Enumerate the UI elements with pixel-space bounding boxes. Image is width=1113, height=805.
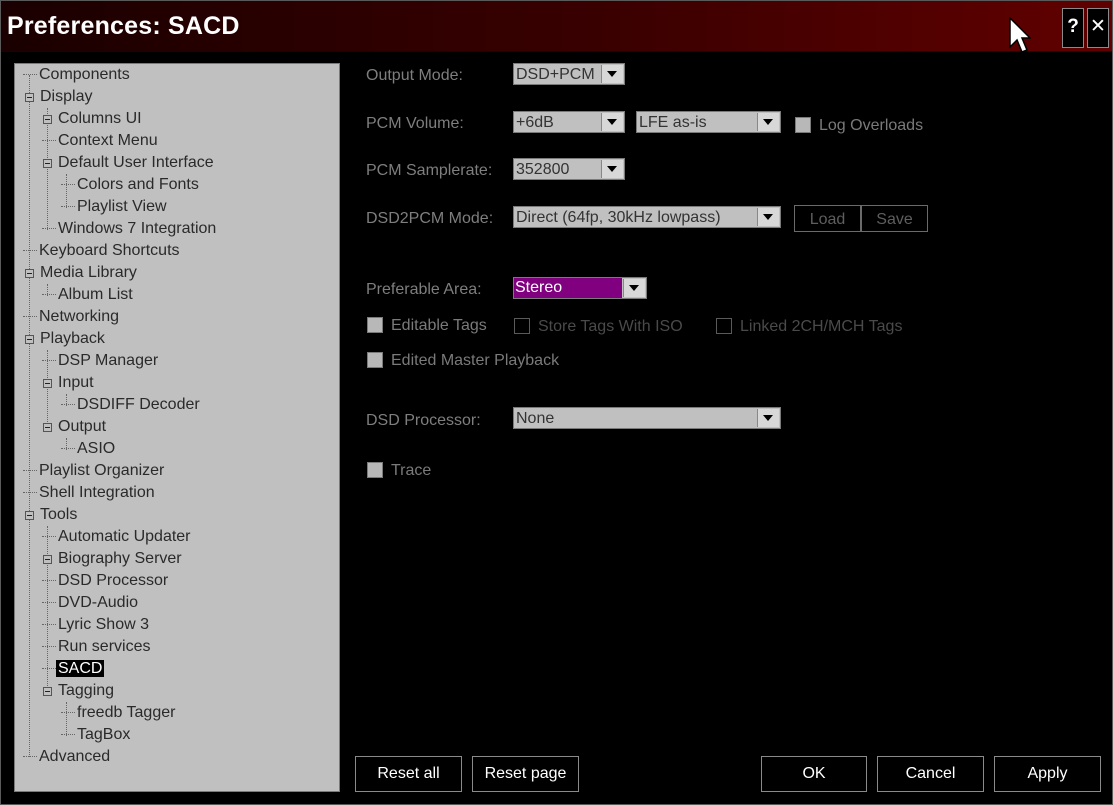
dsd-processor-dropdown[interactable]: None — [513, 407, 781, 429]
lfe-dropdown[interactable]: LFE as-is — [636, 111, 781, 133]
preferable-area-dropdown[interactable]: Stereo — [513, 277, 647, 299]
save-button[interactable]: Save — [861, 205, 928, 232]
tree-item-album-list[interactable]: Album List — [42, 284, 135, 306]
edited-master-checkbox[interactable] — [367, 352, 383, 368]
tree-item-automatic-updater[interactable]: Automatic Updater — [42, 526, 193, 548]
collapse-toggle-icon[interactable] — [25, 93, 34, 102]
tree-item-dsd-processor[interactable]: DSD Processor — [42, 570, 170, 592]
trace-label: Trace — [391, 462, 432, 479]
tree-item-dvd-audio[interactable]: DVD-Audio — [42, 592, 140, 614]
title-bar[interactable]: Preferences: SACD ? ✕ — [1, 1, 1112, 53]
dsd2pcm-mode-label: DSD2PCM Mode: — [366, 210, 494, 227]
output-mode-label: Output Mode: — [366, 67, 463, 84]
preferences-tree[interactable]: Components Display Columns UI Context Me… — [14, 63, 340, 792]
tree-item-output[interactable]: Output — [42, 416, 108, 438]
tree-item-freedb-tagger[interactable]: freedb Tagger — [61, 702, 177, 724]
tree-item-media-library[interactable]: Media Library — [23, 262, 139, 284]
close-button[interactable]: ✕ — [1087, 8, 1109, 48]
preferable-area-value: Stereo — [514, 278, 622, 298]
edited-master-label: Edited Master Playback — [391, 352, 560, 369]
tree-item-tagging[interactable]: Tagging — [42, 680, 116, 702]
dsd-processor-value: None — [516, 410, 555, 427]
tree-item-colors-and-fonts[interactable]: Colors and Fonts — [61, 174, 201, 196]
ok-button[interactable]: OK — [761, 756, 867, 792]
chevron-down-icon[interactable] — [757, 409, 779, 427]
chevron-down-icon[interactable] — [601, 65, 623, 83]
tree-item-context-menu[interactable]: Context Menu — [42, 130, 160, 152]
store-tags-checkbox[interactable] — [514, 318, 530, 334]
tree-item-tagbox[interactable]: TagBox — [61, 724, 132, 746]
tree-item-input[interactable]: Input — [42, 372, 96, 394]
chevron-down-icon[interactable] — [757, 208, 779, 226]
chevron-down-icon[interactable] — [601, 113, 623, 131]
lfe-value: LFE as-is — [639, 114, 707, 131]
reset-all-button[interactable]: Reset all — [355, 756, 462, 792]
tree-item-sacd[interactable]: SACD — [42, 658, 105, 680]
tree-item-tools[interactable]: Tools — [23, 504, 79, 526]
tree-item-dsp-manager[interactable]: DSP Manager — [42, 350, 160, 372]
apply-button[interactable]: Apply — [994, 756, 1101, 792]
tree-item-networking[interactable]: Networking — [23, 306, 121, 328]
pcm-samplerate-value: 352800 — [516, 161, 570, 178]
tree-item-playlist-view[interactable]: Playlist View — [61, 196, 169, 218]
chevron-down-icon[interactable] — [757, 113, 779, 131]
reset-page-button[interactable]: Reset page — [472, 756, 579, 792]
tree-item-run-services[interactable]: Run services — [42, 636, 152, 658]
pcm-samplerate-dropdown[interactable]: 352800 — [513, 158, 625, 180]
pcm-volume-value: +6dB — [516, 114, 554, 131]
tree-item-default-user-interface[interactable]: Default User Interface — [42, 152, 216, 174]
store-tags-label: Store Tags With ISO — [538, 318, 683, 335]
collapse-toggle-icon[interactable] — [43, 115, 52, 124]
mouse-pointer-icon — [1009, 16, 1032, 58]
log-overloads-label: Log Overloads — [819, 117, 924, 134]
cancel-button[interactable]: Cancel — [877, 756, 984, 792]
log-overloads-checkbox[interactable] — [795, 117, 811, 133]
window-title: Preferences: SACD — [7, 12, 240, 40]
preferable-area-label: Preferable Area: — [366, 281, 482, 298]
preferences-window: Preferences: SACD ? ✕ Components Display… — [0, 0, 1113, 805]
chevron-down-icon[interactable] — [623, 279, 645, 297]
tree-item-biography-server[interactable]: Biography Server — [42, 548, 184, 570]
editable-tags-checkbox[interactable] — [367, 317, 383, 333]
tree-item-asio[interactable]: ASIO — [61, 438, 117, 460]
tree-item-components[interactable]: Components — [23, 64, 132, 86]
pcm-volume-label: PCM Volume: — [366, 115, 464, 132]
editable-tags-label: Editable Tags — [391, 317, 487, 334]
dsd2pcm-mode-dropdown[interactable]: Direct (64fp, 30kHz lowpass) — [513, 206, 781, 228]
tree-item-windows-7-integration[interactable]: Windows 7 Integration — [42, 218, 218, 240]
collapse-toggle-icon[interactable] — [43, 379, 52, 388]
collapse-toggle-icon[interactable] — [43, 159, 52, 168]
pcm-samplerate-label: PCM Samplerate: — [366, 162, 493, 179]
dsd2pcm-mode-value: Direct (64fp, 30kHz lowpass) — [516, 209, 721, 226]
output-mode-value: DSD+PCM — [516, 66, 595, 83]
tree-item-display[interactable]: Display — [23, 86, 94, 108]
chevron-down-icon[interactable] — [601, 160, 623, 178]
tree-connector — [29, 75, 30, 757]
collapse-toggle-icon[interactable] — [25, 335, 34, 344]
tree-item-lyric-show-3[interactable]: Lyric Show 3 — [42, 614, 151, 636]
linked-tags-checkbox[interactable] — [716, 318, 732, 334]
collapse-toggle-icon[interactable] — [43, 423, 52, 432]
linked-tags-label: Linked 2CH/MCH Tags — [740, 318, 903, 335]
tree-item-advanced[interactable]: Advanced — [23, 746, 112, 768]
collapse-toggle-icon[interactable] — [25, 269, 34, 278]
collapse-toggle-icon[interactable] — [43, 687, 52, 696]
load-button[interactable]: Load — [794, 205, 861, 232]
tree-item-playback[interactable]: Playback — [23, 328, 107, 350]
tree-item-playlist-organizer[interactable]: Playlist Organizer — [23, 460, 166, 482]
help-button[interactable]: ? — [1062, 8, 1084, 48]
collapse-toggle-icon[interactable] — [25, 511, 34, 520]
tree-item-dsdiff-decoder[interactable]: DSDIFF Decoder — [61, 394, 202, 416]
tree-item-columns-ui[interactable]: Columns UI — [42, 108, 144, 130]
expand-toggle-icon[interactable] — [43, 555, 52, 564]
pcm-volume-dropdown[interactable]: +6dB — [513, 111, 625, 133]
tree-item-shell-integration[interactable]: Shell Integration — [23, 482, 157, 504]
output-mode-dropdown[interactable]: DSD+PCM — [513, 63, 625, 85]
trace-checkbox[interactable] — [367, 462, 383, 478]
tree-item-keyboard-shortcuts[interactable]: Keyboard Shortcuts — [23, 240, 182, 262]
dsd-processor-label: DSD Processor: — [366, 412, 481, 429]
